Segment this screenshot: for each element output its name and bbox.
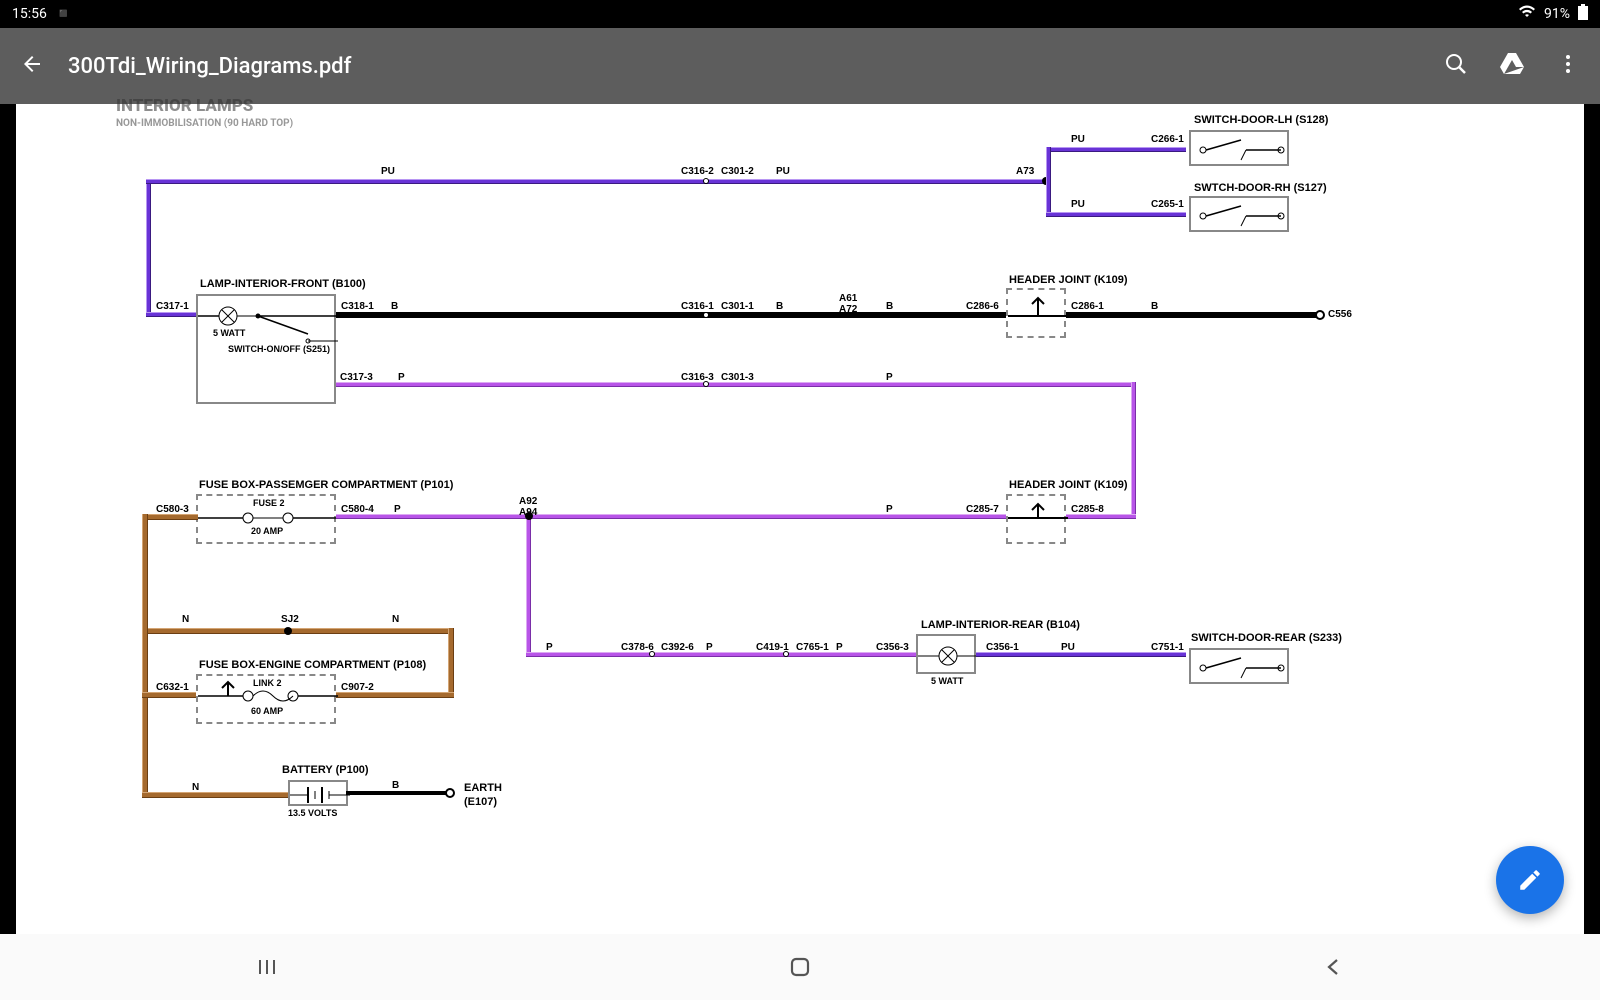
nav-bar — [0, 934, 1600, 1000]
page-subtitle: NON-IMMOBILISATION (90 HARD TOP) — [116, 118, 293, 129]
nav-back[interactable] — [1313, 947, 1353, 987]
status-bar: 15:56 ◾ 91% — [0, 0, 1600, 28]
wiring-diagram: INTERIOR LAMPS NON-IMMOBILISATION (90 HA… — [16, 104, 1584, 934]
header-joint1-label: HEADER JOINT (K109) — [1009, 274, 1128, 286]
switch-door-rh — [1189, 196, 1289, 232]
battery-label: BATTERY (P100) — [282, 764, 369, 776]
header-joint-1 — [1006, 288, 1066, 338]
switch-door-rear — [1189, 648, 1289, 684]
battery-icon — [1578, 4, 1588, 24]
stop-icon: ◾ — [55, 6, 72, 22]
app-bar: 300Tdi_Wiring_Diagrams.pdf — [0, 28, 1600, 104]
fuse-pass-label: FUSE BOX-PASSEMGER COMPARTMENT (P101) — [199, 479, 453, 491]
lamp-interior-front: 5 WATT SWITCH-ON/OFF (S251) — [196, 294, 336, 404]
more-icon[interactable] — [1556, 52, 1580, 80]
fuse-box-engine: LINK 2 60 AMP — [196, 674, 336, 724]
drive-icon[interactable] — [1500, 53, 1524, 79]
switch-door-rear-label: SWITCH-DOOR-REAR (S233) — [1191, 632, 1342, 644]
document-title: 300Tdi_Wiring_Diagrams.pdf — [68, 54, 1444, 79]
page-title: INTERIOR LAMPS — [116, 96, 253, 116]
lamp-rear-label: LAMP-INTERIOR-REAR (B104) — [921, 619, 1080, 631]
lamp-interior-rear — [916, 634, 976, 674]
nav-home[interactable] — [780, 947, 820, 987]
lamp-front-label: LAMP-INTERIOR-FRONT (B100) — [200, 278, 366, 290]
status-battery: 91% — [1544, 6, 1570, 22]
nav-recent[interactable] — [247, 947, 287, 987]
status-time: 15:56 — [12, 6, 47, 22]
edit-fab[interactable] — [1496, 846, 1564, 914]
switch-door-rh-label: SWTCH-DOOR-RH (S127) — [1194, 182, 1327, 194]
search-icon[interactable] — [1444, 52, 1468, 80]
switch-door-lh-label: SWITCH-DOOR-LH (S128) — [1194, 114, 1328, 126]
header-joint-2 — [1006, 494, 1066, 544]
battery-box — [288, 780, 348, 806]
switch-door-lh — [1189, 130, 1289, 166]
back-button[interactable] — [20, 52, 44, 80]
fuse-box-passenger: FUSE 2 20 AMP — [196, 494, 336, 544]
fuse-eng-label: FUSE BOX-ENGINE COMPARTMENT (P108) — [199, 659, 426, 671]
header-joint2-label: HEADER JOINT (K109) — [1009, 479, 1128, 491]
pdf-canvas[interactable]: INTERIOR LAMPS NON-IMMOBILISATION (90 HA… — [16, 104, 1584, 934]
wifi-icon — [1518, 5, 1536, 23]
